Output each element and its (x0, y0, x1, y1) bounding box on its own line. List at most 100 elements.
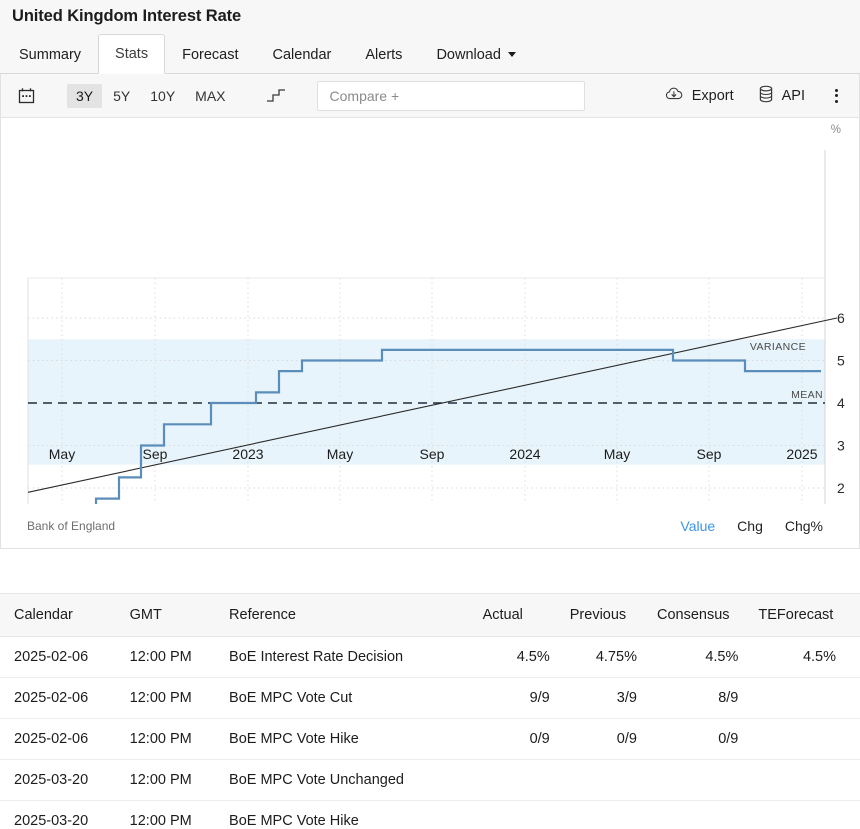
range-button-3y[interactable]: 3Y (67, 84, 102, 108)
cell-consensus: 4.5% (647, 637, 748, 678)
y-axis-labels: 6 5 4 3 2 1 (837, 310, 845, 504)
svg-text:3: 3 (837, 438, 845, 454)
cell-consensus: 8/9 (647, 678, 748, 719)
y-axis-unit-label: % (831, 124, 841, 136)
page-title: United Kingdom Interest Rate (12, 7, 241, 26)
cell-previous (560, 801, 647, 829)
tab-download-label: Download (436, 47, 501, 63)
compare-input[interactable] (317, 81, 585, 111)
table-row[interactable]: 2025-02-06 12:00 PM BoE Interest Rate De… (0, 637, 860, 678)
tab-calendar[interactable]: Calendar (256, 34, 349, 74)
tab-stats-label: Stats (115, 46, 148, 62)
cell-consensus (647, 801, 748, 829)
api-button[interactable]: API (746, 81, 817, 111)
cell-reference: BoE MPC Vote Cut (219, 678, 473, 719)
cell-previous: 0/9 (560, 719, 647, 760)
svg-text:5: 5 (837, 353, 845, 369)
th-gmt[interactable]: GMT (120, 594, 219, 637)
tab-forecast[interactable]: Forecast (165, 34, 255, 74)
chevron-down-icon (508, 52, 516, 57)
th-previous[interactable]: Previous (560, 594, 647, 637)
cell-reference: BoE Interest Rate Decision (219, 637, 473, 678)
cell-consensus (647, 760, 748, 801)
table-row[interactable]: 2025-02-06 12:00 PM BoE MPC Vote Hike 0/… (0, 719, 860, 760)
page-header: United Kingdom Interest Rate (0, 0, 860, 33)
cell-reference: BoE MPC Vote Unchanged (219, 760, 473, 801)
table-header-row: Calendar GMT Reference Actual Previous C… (0, 594, 860, 637)
calendar-icon[interactable] (11, 81, 41, 111)
cell-reference: BoE MPC Vote Hike (219, 801, 473, 829)
svg-text:6: 6 (837, 310, 845, 326)
chart-plot-area: % (1, 118, 859, 504)
toggle-value[interactable]: Value (680, 518, 715, 534)
th-calendar[interactable]: Calendar (0, 594, 120, 637)
api-label: API (782, 88, 805, 104)
range-button-5y[interactable]: 5Y (104, 84, 139, 108)
cell-reference: BoE MPC Vote Hike (219, 719, 473, 760)
table-row[interactable]: 2025-03-20 12:00 PM BoE MPC Vote Hike (0, 801, 860, 829)
series-toggle-group: Value Chg Chg% (680, 518, 845, 534)
table-body: 2025-02-06 12:00 PM BoE Interest Rate De… (0, 637, 860, 829)
range-button-10y[interactable]: 10Y (141, 84, 184, 108)
cell-teforecast (748, 678, 860, 719)
cell-gmt: 12:00 PM (120, 719, 219, 760)
cell-teforecast (748, 760, 860, 801)
chart-toolbar: 3Y 5Y 10Y MAX Export (1, 74, 859, 118)
range-selector: 3Y 5Y 10Y MAX (67, 84, 235, 108)
tab-summary-label: Summary (19, 47, 81, 63)
export-label: Export (692, 88, 734, 104)
toggle-chg[interactable]: Chg (737, 518, 763, 534)
cell-actual: 9/9 (473, 678, 560, 719)
tab-forecast-label: Forecast (182, 47, 238, 63)
cell-gmt: 12:00 PM (120, 678, 219, 719)
toolbar-actions: Export API (652, 81, 849, 111)
chart-source-label: Bank of England (27, 519, 115, 533)
cell-consensus: 0/9 (647, 719, 748, 760)
th-teforecast[interactable]: TEForecast (748, 594, 860, 637)
table-row[interactable]: 2025-03-20 12:00 PM BoE MPC Vote Unchang… (0, 760, 860, 801)
toggle-chgpct[interactable]: Chg% (785, 518, 823, 534)
tab-bar: Summary Stats Forecast Calendar Alerts D… (0, 33, 860, 74)
step-chart-icon[interactable] (261, 81, 291, 111)
th-reference[interactable]: Reference (219, 594, 473, 637)
kebab-menu-icon[interactable] (823, 81, 849, 111)
tab-summary[interactable]: Summary (2, 34, 98, 74)
tab-alerts-label: Alerts (365, 47, 402, 63)
tab-stats[interactable]: Stats (98, 34, 165, 74)
cell-actual: 0/9 (473, 719, 560, 760)
tab-alerts[interactable]: Alerts (348, 34, 419, 74)
variance-label: VARIANCE (750, 341, 806, 353)
mean-label: MEAN (791, 389, 823, 401)
svg-text:2: 2 (837, 480, 845, 496)
interest-rate-chart[interactable]: % (1, 118, 859, 504)
database-icon (758, 85, 774, 107)
cell-teforecast (748, 719, 860, 760)
cell-gmt: 12:00 PM (120, 760, 219, 801)
cloud-download-icon (664, 86, 684, 106)
cell-teforecast: 4.5% (748, 637, 860, 678)
chart-panel: 3Y 5Y 10Y MAX Export (0, 74, 860, 549)
cell-calendar: 2025-02-06 (0, 719, 120, 760)
svg-text:4: 4 (837, 395, 845, 411)
cell-calendar: 2025-03-20 (0, 760, 120, 801)
cell-teforecast (748, 801, 860, 829)
cell-calendar: 2025-03-20 (0, 801, 120, 829)
export-button[interactable]: Export (652, 82, 746, 110)
cell-calendar: 2025-02-06 (0, 678, 120, 719)
tab-calendar-label: Calendar (273, 47, 332, 63)
cell-previous (560, 760, 647, 801)
table-row[interactable]: 2025-02-06 12:00 PM BoE MPC Vote Cut 9/9… (0, 678, 860, 719)
calendar-table: Calendar GMT Reference Actual Previous C… (0, 593, 860, 829)
tab-download[interactable]: Download (419, 34, 533, 74)
cell-previous: 3/9 (560, 678, 647, 719)
cell-actual (473, 801, 560, 829)
th-actual[interactable]: Actual (473, 594, 560, 637)
cell-previous: 4.75% (560, 637, 647, 678)
cell-actual (473, 760, 560, 801)
th-consensus[interactable]: Consensus (647, 594, 748, 637)
cell-calendar: 2025-02-06 (0, 637, 120, 678)
table-header: Calendar GMT Reference Actual Previous C… (0, 594, 860, 637)
chart-footer: Bank of England Value Chg Chg% (1, 504, 859, 548)
cell-actual: 4.5% (473, 637, 560, 678)
range-button-max[interactable]: MAX (186, 84, 234, 108)
